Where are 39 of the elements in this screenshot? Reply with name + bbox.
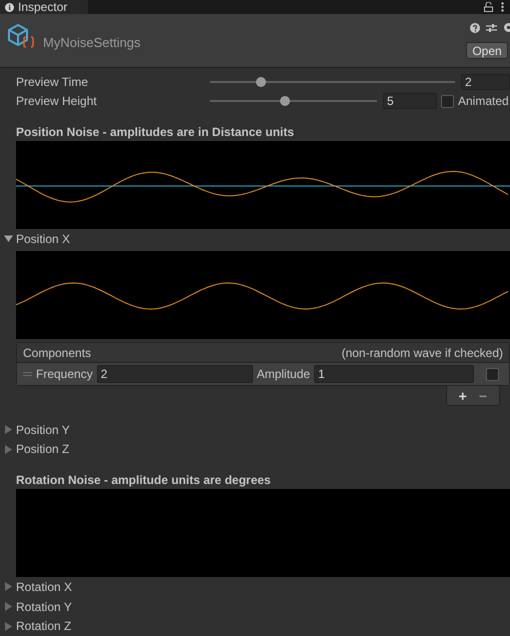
lock-icon[interactable] <box>484 2 493 12</box>
checkbox-label: Animated <box>458 94 509 108</box>
collapsed-arrow-icon[interactable] <box>4 582 13 592</box>
help-icon[interactable] <box>470 22 480 32</box>
section-heading: Position Noise - amplitudes are in Distance units <box>15 124 296 139</box>
value-field[interactable]: 2 <box>461 74 510 90</box>
inspector-tab[interactable]: Inspector <box>0 0 88 14</box>
foldout-label[interactable]: Position Y <box>16 422 70 437</box>
collapsed-arrow-icon[interactable] <box>4 425 13 434</box>
drag-handle-icon[interactable] <box>23 372 32 376</box>
field-label: Amplitude <box>256 367 310 382</box>
field-label: Preview Height <box>16 94 98 108</box>
sliders-icon[interactable] <box>486 22 497 32</box>
foldout-label[interactable]: Rotation Y <box>16 600 72 614</box>
info-icon <box>5 2 14 12</box>
section-heading: Rotation Noise - amplitude units are degrees <box>15 472 272 487</box>
collapsed-arrow-icon[interactable] <box>4 602 13 611</box>
collapsed-arrow-icon[interactable] <box>4 622 13 631</box>
asset-name: MyNoiseSettings <box>43 35 141 50</box>
slider-thumb[interactable] <box>256 76 266 87</box>
add-button[interactable]: + <box>454 388 471 404</box>
non-random-checkbox[interactable] <box>486 368 500 381</box>
foldout-label[interactable]: Position X <box>16 232 70 246</box>
slider-thumb[interactable] <box>280 96 290 106</box>
foldout-label[interactable]: Position Z <box>16 442 70 456</box>
list-hint: (non-random wave if checked) <box>342 346 503 360</box>
foldout-label[interactable]: Rotation Z <box>16 619 72 634</box>
value-field[interactable]: 5 <box>383 93 437 110</box>
collapsed-arrow-icon[interactable] <box>4 444 13 454</box>
more-options-icon[interactable] <box>501 2 504 12</box>
list-title: Components <box>23 346 92 360</box>
frequency-field[interactable]: 2 <box>96 365 253 384</box>
foldout-label[interactable]: Rotation X <box>16 580 72 594</box>
field-label: Preview Time <box>16 74 90 89</box>
amplitude-field[interactable]: 1 <box>314 365 474 384</box>
animated-checkbox[interactable] <box>441 94 454 108</box>
field-label: Frequency <box>36 367 93 382</box>
expanded-arrow-icon[interactable] <box>4 234 13 244</box>
open-button[interactable]: Open <box>466 42 508 59</box>
